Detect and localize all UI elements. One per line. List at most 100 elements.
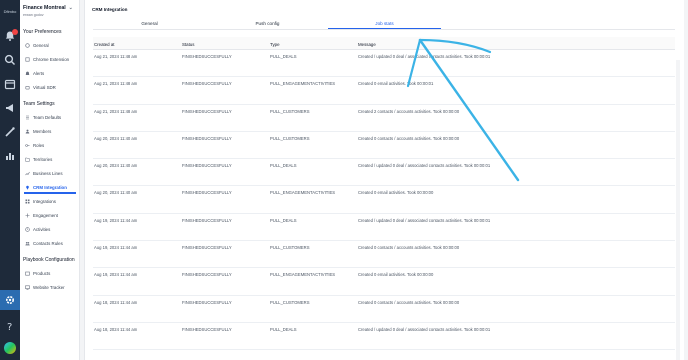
sliders-icon [25,115,30,120]
sidebar-item-chrome-extension[interactable]: Chrome Extension [25,57,69,62]
trend-icon [25,171,30,176]
cell-message: Created 2 contacts / accounts activities… [358,108,460,114]
cell-type: PULL_DEALS [270,54,297,59]
table-row[interactable]: Aug 20, 2024 11:40 am FINISHEDSUCCESFULLY… [93,132,675,160]
scrollbar[interactable] [676,60,680,360]
table-row[interactable]: Aug 18, 2024 11:44 am FINISHEDSUCCESFULLY… [93,323,675,351]
cell-type: PULL_ENGAGEMENTACTIVITIES [270,190,336,196]
folder-icon [25,157,30,162]
calendar-icon[interactable] [4,78,16,90]
sidebar-item-label: General [33,43,49,48]
pin-icon [25,185,30,190]
sidebar-item-label: Engagement [33,213,58,218]
cell-message: Created 0 email activities. Took 00:00:0… [358,190,434,196]
engage-icon [25,213,30,218]
cell-type: PULL_CUSTOMERS [270,299,310,305]
icon-rail: Dfimbo ? [0,0,20,360]
cell-type: PULL_CUSTOMERS [270,245,310,251]
cell-message: Created / updated 0 deal / associated co… [358,326,491,332]
user-icon [25,129,30,134]
cell-created-at: Aug 19, 2024 11:44 am [94,272,138,278]
cell-message: Created 0 contacts / accounts activities… [358,135,460,141]
sidebar-item-label: Products [33,271,51,276]
sidebar-item-label: Contacts Rules [33,241,63,246]
sidebar-item-alerts[interactable]: Alerts [25,71,44,76]
cell-message: Created 0 contacts / accounts activities… [358,245,460,251]
column-header-message[interactable]: Message [358,42,376,47]
table-row[interactable]: Aug 18, 2024 11:44 am FINISHEDSUCCESFULLY… [93,296,675,323]
cell-type: PULL_DEALS [270,217,297,223]
column-header-type[interactable]: Type [270,42,280,47]
cell-message: Created 0 contacts / accounts activities… [358,299,460,305]
tab-push-config[interactable]: Push config [211,21,324,29]
help-icon[interactable]: ? [4,320,16,332]
monitor-icon [25,285,30,290]
gear-icon [25,43,30,48]
table-row[interactable]: Aug 21, 2024 11:48 am FINISHEDSUCCESFULLY… [93,77,675,105]
table-row[interactable]: Aug 20, 2024 11:40 am FINISHEDSUCCESFULLY… [93,186,675,214]
table-row[interactable]: Aug 21, 2024 11:48 am FINISHEDSUCCESFULLY… [93,50,675,78]
chevron-down-icon: ⌄ [68,5,73,11]
cell-status: FINISHEDSUCCESFULLY [182,108,232,114]
sidebar-item-products[interactable]: Products [25,271,50,276]
app-logo: Dfimbo [3,9,17,14]
search-icon[interactable] [4,54,16,66]
sidebar-item-label: Roles [33,143,45,148]
sidebar-item-virtual-sdr[interactable]: Virtual SDR [25,85,56,90]
table-row[interactable]: Aug 19, 2024 11:44 am FINISHEDSUCCESFULLY… [93,214,675,242]
sidebar-item-contacts-rules[interactable]: Contacts Rules [25,241,63,246]
tab-general[interactable]: General [93,21,206,29]
company-switcher[interactable]: Finance Montreal ⌄ [23,5,73,11]
table-row[interactable]: Aug 20, 2024 11:40 am FINISHEDSUCCESFULLY… [93,159,675,187]
settings-sidebar: Finance Montreal ⌄ erwan godov Your Prefe… [20,0,80,360]
gear-icon[interactable] [4,294,16,306]
cell-created-at: Aug 20, 2024 11:40 am [94,190,138,196]
sidebar-item-label: Virtual SDR [33,85,56,90]
cell-message: Created 0 email activities. Took 00:00:0… [358,272,434,278]
sidebar-item-label: Business Lines [33,171,63,176]
tab-divider [93,29,675,30]
bell-icon [25,71,30,76]
cell-status: FINISHEDSUCCESFULLY [182,81,232,87]
sidebar-item-label: CRM Integration [33,185,67,190]
sidebar-item-territories[interactable]: Territories [25,157,52,162]
chart-icon[interactable] [4,150,16,162]
page-title: CRM Integration [92,7,128,12]
cell-type: PULL_ENGAGEMENTACTIVITIES [270,81,336,87]
sidebar-item-business-lines[interactable]: Business Lines [25,171,63,176]
company-name: Finance Montreal [23,5,66,11]
sidebar-item-engagement[interactable]: Engagement [25,213,58,218]
tab-bar: General Push config Job stats [93,21,675,31]
sidebar-item-label: Territories [33,157,53,162]
robot-icon [25,85,30,90]
puzzle-icon [25,57,30,62]
cell-type: PULL_ENGAGEMENTACTIVITIES [270,272,336,278]
sidebar-item-roles[interactable]: Roles [25,143,44,148]
sidebar-item-activities[interactable]: Activities [25,227,50,232]
app-window: Dfimbo ? Finance Montreal ⌄ erwan godov … [0,0,688,360]
table-row[interactable]: Aug 19, 2024 11:44 am FINISHEDSUCCESFULLY… [93,268,675,296]
sidebar-item-crm-integration[interactable]: CRM Integration [25,185,67,190]
main-panel: CRM Integration General Push config Job … [84,0,684,360]
playbook-heading: Playbook Configuration [23,257,75,263]
sidebar-item-website-tracker[interactable]: Website Tracker [25,285,65,290]
cell-message: Created / updated 0 deal / associated co… [358,163,491,169]
cell-type: PULL_CUSTOMERS [270,108,310,114]
megaphone-icon[interactable] [4,102,16,114]
wand-icon[interactable] [4,126,16,138]
column-header-created-at[interactable]: Created at [94,42,115,47]
column-header-status[interactable]: Status [182,42,194,47]
sidebar-item-members[interactable]: Members [25,129,51,134]
cell-created-at: Aug 19, 2024 11:44 am [94,245,138,251]
table-row[interactable]: Aug 21, 2024 11:48 am FINISHEDSUCCESFULLY… [93,105,675,132]
sidebar-item-label: Integrations [33,199,56,204]
sidebar-item-integrations[interactable]: Integrations [25,199,56,204]
avatar[interactable] [4,342,16,354]
table-row[interactable]: Aug 19, 2024 11:44 am FINISHEDSUCCESFULLY… [93,241,675,269]
cell-status: FINISHEDSUCCESFULLY [182,299,232,305]
sidebar-item-team-defaults[interactable]: Team Defaults [25,115,61,120]
sidebar-item-label: Chrome Extension [33,57,70,62]
tab-job-stats[interactable]: Job stats [328,21,441,29]
sidebar-item-general[interactable]: General [25,43,49,48]
cell-created-at: Aug 21, 2024 11:48 am [94,54,138,59]
